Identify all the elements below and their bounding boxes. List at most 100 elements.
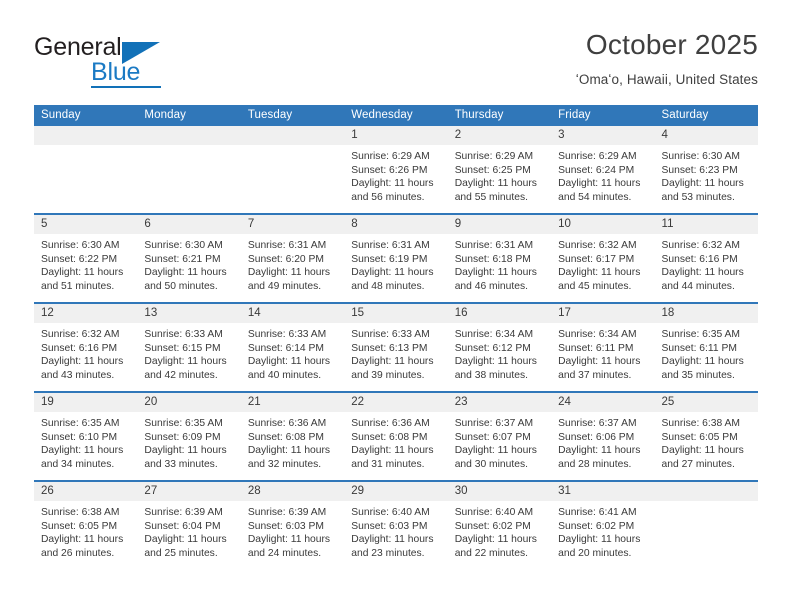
calendar-day-cell[interactable]: 23 Sunrise: 6:37 AM Sunset: 6:07 PM Dayligh…: [447, 391, 552, 481]
calendar-day-cell[interactable]: 28 Sunrise: 6:39 AM Sunset: 6:03 PM Dayligh…: [240, 480, 345, 569]
calendar-day-cell[interactable]: 26 Sunrise: 6:38 AM Sunset: 6:05 PM Dayligh…: [34, 480, 138, 569]
calendar-page: General Blue October 2025 ʻOmaʻo, Hawaii…: [0, 0, 792, 612]
calendar-day-cell-inner: 3 Sunrise: 6:29 AM Sunset: 6:24 PM Daylight…: [551, 126, 655, 213]
calendar-week-row: 1 Sunrise: 6:29 AM Sunset: 6:26 PM Daylight…: [34, 126, 758, 214]
daylight-text: Daylight: 11 hours and 25 minutes.: [144, 534, 227, 559]
sunrise-text: Sunrise: 6:37 AM: [454, 418, 534, 429]
sunset-text: Sunset: 6:02 PM: [454, 520, 531, 532]
daylight-text: Daylight: 11 hours and 54 minutes.: [558, 178, 641, 203]
calendar-day-cell[interactable]: 13 Sunrise: 6:33 AM Sunset: 6:15 PM Dayligh…: [137, 302, 241, 392]
calendar-day-cell-inner: 24 Sunrise: 6:37 AM Sunset: 6:06 PM Dayligh…: [551, 393, 655, 480]
sunset-text: Sunset: 6:18 PM: [454, 253, 531, 265]
calendar-week-row: 26 Sunrise: 6:38 AM Sunset: 6:05 PM Dayligh…: [34, 480, 758, 569]
day-number: 6: [137, 215, 241, 234]
daylight-text: Daylight: 11 hours and 50 minutes.: [144, 267, 227, 292]
day-number: 24: [551, 393, 655, 412]
calendar-day-cell[interactable]: 20 Sunrise: 6:35 AM Sunset: 6:09 PM Dayligh…: [137, 391, 241, 481]
weekday-header-thursday: Thursday: [447, 105, 552, 126]
calendar-day-cell[interactable]: 24 Sunrise: 6:37 AM Sunset: 6:06 PM Dayligh…: [551, 391, 655, 481]
sunrise-text: Sunrise: 6:35 AM: [661, 329, 740, 340]
sunset-text: Sunset: 6:26 PM: [351, 164, 428, 176]
day-details: Sunrise: 6:40 AM Sunset: 6:02 PM Daylight:…: [448, 501, 551, 560]
calendar-day-cell[interactable]: 16 Sunrise: 6:34 AM Sunset: 6:12 PM Dayligh…: [447, 302, 552, 392]
calendar-day-cell[interactable]: 27 Sunrise: 6:39 AM Sunset: 6:04 PM Dayligh…: [137, 480, 241, 569]
calendar-day-cell[interactable]: 22 Sunrise: 6:36 AM Sunset: 6:08 PM Dayligh…: [344, 391, 448, 481]
sunrise-text: Sunrise: 6:41 AM: [558, 507, 637, 518]
calendar-day-cell-inner: [34, 126, 138, 213]
weekday-header-wednesday: Wednesday: [344, 105, 448, 126]
calendar-day-cell[interactable]: 15 Sunrise: 6:33 AM Sunset: 6:13 PM Dayligh…: [344, 302, 448, 392]
day-number: 26: [34, 482, 138, 501]
calendar-day-cell[interactable]: 30 Sunrise: 6:40 AM Sunset: 6:02 PM Dayligh…: [447, 480, 552, 569]
calendar-day-cell-inner: 30 Sunrise: 6:40 AM Sunset: 6:02 PM Dayligh…: [447, 482, 552, 569]
calendar-day-cell[interactable]: 3 Sunrise: 6:29 AM Sunset: 6:24 PM Daylight…: [551, 126, 655, 214]
calendar-day-cell[interactable]: 1 Sunrise: 6:29 AM Sunset: 6:26 PM Daylight…: [344, 126, 448, 214]
day-number: [34, 126, 138, 145]
calendar-day-cell[interactable]: 11 Sunrise: 6:32 AM Sunset: 6:16 PM Dayligh…: [654, 213, 758, 303]
calendar-day-cell[interactable]: 21 Sunrise: 6:36 AM Sunset: 6:08 PM Dayligh…: [240, 391, 345, 481]
calendar-day-cell-inner: 10 Sunrise: 6:32 AM Sunset: 6:17 PM Dayligh…: [551, 215, 655, 302]
day-details: Sunrise: 6:31 AM Sunset: 6:18 PM Daylight:…: [448, 234, 551, 293]
day-details: Sunrise: 6:37 AM Sunset: 6:06 PM Daylight:…: [551, 412, 654, 471]
sunset-text: Sunset: 6:04 PM: [144, 520, 221, 532]
day-number: [137, 126, 241, 145]
weekday-header-sunday: Sunday: [34, 105, 138, 126]
sunset-text: Sunset: 6:11 PM: [661, 342, 737, 354]
sunset-text: Sunset: 6:02 PM: [558, 520, 635, 532]
calendar-day-cell-inner: 2 Sunrise: 6:29 AM Sunset: 6:25 PM Daylight…: [447, 126, 552, 213]
calendar-day-cell[interactable]: 17 Sunrise: 6:34 AM Sunset: 6:11 PM Dayligh…: [551, 302, 655, 392]
daylight-text: Daylight: 11 hours and 23 minutes.: [351, 534, 434, 559]
calendar-day-cell-inner: 28 Sunrise: 6:39 AM Sunset: 6:03 PM Dayligh…: [240, 482, 345, 569]
day-number: 4: [654, 126, 758, 145]
day-number: 18: [654, 304, 758, 323]
calendar-day-cell[interactable]: 18 Sunrise: 6:35 AM Sunset: 6:11 PM Dayligh…: [654, 302, 758, 392]
calendar-day-cell[interactable]: 6 Sunrise: 6:30 AM Sunset: 6:21 PM Daylight…: [137, 213, 241, 303]
sunset-text: Sunset: 6:23 PM: [661, 164, 738, 176]
day-number: 21: [240, 393, 345, 412]
sunset-text: Sunset: 6:12 PM: [454, 342, 531, 354]
day-details: Sunrise: 6:33 AM Sunset: 6:14 PM Daylight:…: [241, 323, 344, 382]
day-number: 28: [240, 482, 345, 501]
calendar-day-cell[interactable]: 4 Sunrise: 6:30 AM Sunset: 6:23 PM Daylight…: [654, 126, 758, 214]
calendar-day-cell-inner: 25 Sunrise: 6:38 AM Sunset: 6:05 PM Dayligh…: [654, 393, 758, 480]
calendar-day-cell[interactable]: 2 Sunrise: 6:29 AM Sunset: 6:25 PM Daylight…: [447, 126, 552, 214]
calendar-day-cell-empty: [34, 126, 138, 214]
calendar-day-cell-inner: 13 Sunrise: 6:33 AM Sunset: 6:15 PM Dayligh…: [137, 304, 241, 391]
calendar-day-cell[interactable]: 8 Sunrise: 6:31 AM Sunset: 6:19 PM Daylight…: [344, 213, 448, 303]
daylight-text: Daylight: 11 hours and 27 minutes.: [661, 445, 744, 470]
weekday-header-monday: Monday: [137, 105, 241, 126]
day-number: 7: [240, 215, 345, 234]
calendar-table: Sunday Monday Tuesday Wednesday Thursday…: [34, 105, 758, 569]
daylight-text: Daylight: 11 hours and 43 minutes.: [41, 356, 124, 381]
day-details: Sunrise: 6:36 AM Sunset: 6:08 PM Daylight:…: [241, 412, 344, 471]
calendar-day-cell[interactable]: 12 Sunrise: 6:32 AM Sunset: 6:16 PM Dayligh…: [34, 302, 138, 392]
weekday-header-friday: Friday: [551, 105, 655, 126]
day-number: 2: [447, 126, 552, 145]
calendar-day-cell[interactable]: 19 Sunrise: 6:35 AM Sunset: 6:10 PM Dayligh…: [34, 391, 138, 481]
day-number: 3: [551, 126, 655, 145]
day-details: Sunrise: 6:30 AM Sunset: 6:22 PM Daylight:…: [34, 234, 137, 293]
sunset-text: Sunset: 6:07 PM: [454, 431, 531, 443]
day-number: 1: [344, 126, 448, 145]
calendar-day-cell[interactable]: 25 Sunrise: 6:38 AM Sunset: 6:05 PM Dayligh…: [654, 391, 758, 481]
calendar-day-cell[interactable]: 29 Sunrise: 6:40 AM Sunset: 6:03 PM Dayligh…: [344, 480, 448, 569]
day-number: 27: [137, 482, 241, 501]
calendar-day-cell-inner: 6 Sunrise: 6:30 AM Sunset: 6:21 PM Daylight…: [137, 215, 241, 302]
calendar-day-cell[interactable]: 7 Sunrise: 6:31 AM Sunset: 6:20 PM Daylight…: [240, 213, 345, 303]
day-number: 23: [447, 393, 552, 412]
calendar-day-cell-inner: 4 Sunrise: 6:30 AM Sunset: 6:23 PM Daylight…: [654, 126, 758, 213]
sunrise-text: Sunrise: 6:29 AM: [454, 151, 534, 162]
calendar-day-cell[interactable]: 9 Sunrise: 6:31 AM Sunset: 6:18 PM Daylight…: [447, 213, 552, 303]
title-block: October 2025 ʻOmaʻo, Hawaii, United Stat…: [278, 28, 758, 90]
sunrise-text: Sunrise: 6:30 AM: [41, 240, 120, 251]
calendar-day-cell[interactable]: 10 Sunrise: 6:32 AM Sunset: 6:17 PM Dayligh…: [551, 213, 655, 303]
day-details: Sunrise: 6:41 AM Sunset: 6:02 PM Daylight:…: [551, 501, 654, 560]
calendar-day-cell[interactable]: 14 Sunrise: 6:33 AM Sunset: 6:14 PM Dayligh…: [240, 302, 345, 392]
sunrise-text: Sunrise: 6:40 AM: [454, 507, 534, 518]
calendar-day-cell[interactable]: 5 Sunrise: 6:30 AM Sunset: 6:22 PM Daylight…: [34, 213, 138, 303]
calendar-day-cell-inner: 12 Sunrise: 6:32 AM Sunset: 6:16 PM Dayligh…: [34, 304, 138, 391]
sunset-text: Sunset: 6:15 PM: [144, 342, 221, 354]
daylight-text: Daylight: 11 hours and 20 minutes.: [558, 534, 641, 559]
daylight-text: Daylight: 11 hours and 48 minutes.: [351, 267, 434, 292]
calendar-day-cell[interactable]: 31 Sunrise: 6:41 AM Sunset: 6:02 PM Dayligh…: [551, 480, 655, 569]
